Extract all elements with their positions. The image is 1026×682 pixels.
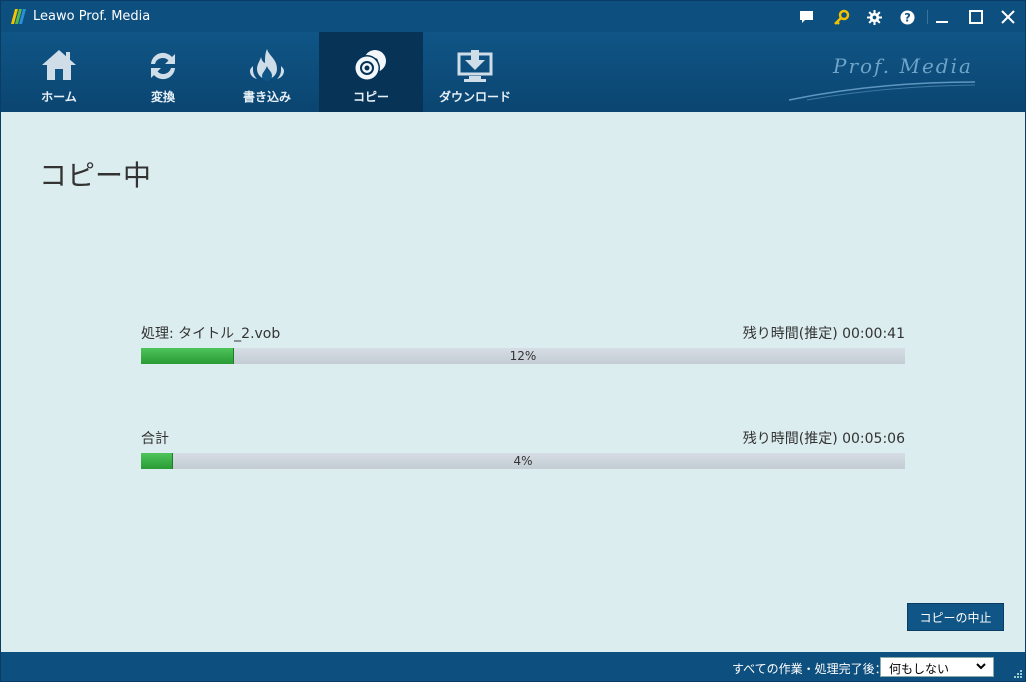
after-completion-select[interactable]: 何もしない xyxy=(880,657,994,677)
total-progress-text: 4% xyxy=(513,454,533,468)
tab-burn[interactable]: 書き込み xyxy=(215,32,319,112)
gear-icon[interactable] xyxy=(865,8,883,26)
brand-logo: Prof. Media xyxy=(787,48,977,108)
minimize-icon[interactable] xyxy=(933,8,951,26)
key-icon[interactable] xyxy=(833,8,851,26)
brand-swoosh-icon xyxy=(788,81,976,101)
tab-home-label: ホーム xyxy=(41,90,77,104)
disc-copy-icon xyxy=(354,50,386,81)
app-logo-icon xyxy=(11,9,26,24)
tab-home[interactable]: ホーム xyxy=(7,32,111,112)
home-icon xyxy=(42,50,76,80)
total-remaining-time: 残り時間(推定) 00:05:06 xyxy=(742,431,905,447)
title-bar: Leawo Prof. Media ? xyxy=(1,1,1025,32)
resize-grip-icon[interactable] xyxy=(1013,669,1023,679)
copy-progress-panel: コピー中 処理: タイトル_2.vob 残り時間(推定) 00:00:41 12… xyxy=(1,112,1025,652)
chevron-down-icon xyxy=(976,663,986,670)
convert-icon xyxy=(151,52,175,80)
main-navigation: ホーム 変換 書き込み コピー ダウンロード Prof. Media xyxy=(1,32,1025,112)
tab-copy[interactable]: コピー xyxy=(319,32,423,112)
tab-copy-label: コピー xyxy=(352,90,389,104)
download-icon xyxy=(457,50,493,82)
tab-download-label: ダウンロード xyxy=(438,90,511,104)
help-icon[interactable]: ? xyxy=(898,8,916,26)
tab-burn-label: 書き込み xyxy=(242,90,291,104)
app-window: Leawo Prof. Media ? ホーム 変換 書き込み コピー ダウンロ… xyxy=(0,0,1026,682)
chat-icon[interactable] xyxy=(797,8,815,26)
tab-convert[interactable]: 変換 xyxy=(111,32,215,112)
titlebar-divider xyxy=(927,10,928,24)
burn-icon xyxy=(250,49,284,81)
after-completion-label: すべての作業・処理完了後： xyxy=(732,662,887,676)
status-bar: すべての作業・処理完了後： 何もしない xyxy=(1,652,1025,681)
svg-text:?: ? xyxy=(904,11,911,24)
stop-copy-button[interactable]: コピーの中止 xyxy=(907,603,1004,631)
maximize-icon[interactable] xyxy=(967,8,985,26)
page-title: コピー中 xyxy=(39,159,152,192)
tab-convert-label: 変換 xyxy=(150,90,175,104)
tab-download[interactable]: ダウンロード xyxy=(423,32,527,112)
after-completion-value: 何もしない xyxy=(889,662,950,676)
total-progress-bar: 4% xyxy=(141,453,905,469)
app-title: Leawo Prof. Media xyxy=(33,9,151,24)
current-progress-text: 12% xyxy=(509,349,537,363)
current-progress-bar: 12% xyxy=(141,348,905,364)
close-icon[interactable] xyxy=(999,8,1017,26)
current-file-label: 処理: タイトル_2.vob xyxy=(141,326,281,342)
total-label: 合計 xyxy=(141,431,169,447)
current-remaining-time: 残り時間(推定) 00:00:41 xyxy=(742,326,905,342)
